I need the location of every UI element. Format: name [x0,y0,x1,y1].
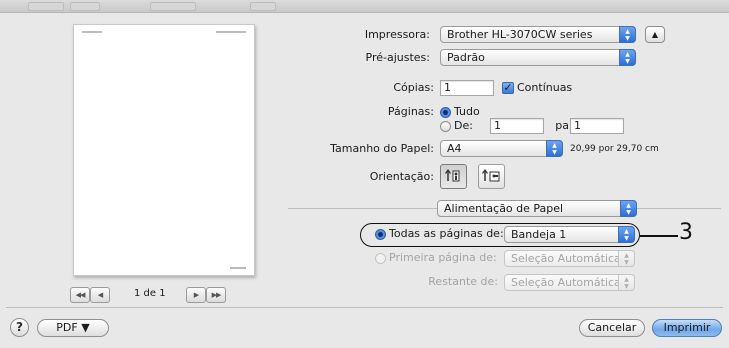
last-page-button[interactable]: ▶▶ [206,287,226,303]
first-page-source-select[interactable]: Seleção Automática ▲ ▼ [504,250,635,267]
landscape-icon [482,168,500,182]
presets-label: Pré-ajustes: [365,51,430,64]
callout-number: 3 [679,220,693,245]
help-button[interactable]: ? [10,318,29,337]
presets-select[interactable]: Padrão ▲ ▼ [440,49,636,66]
all-pages-source-select[interactable]: Bandeja 1 ▲ ▼ [504,226,635,243]
printer-label: Impressora: [364,28,430,41]
preview-header-right [216,31,246,33]
paper-size-select[interactable]: A4 ▲ ▼ [440,140,563,157]
ghost-tab [150,2,196,11]
first-page-button[interactable]: ◀◀ [70,287,90,303]
page-preview [73,24,255,276]
paper-size-value: A4 [447,142,462,155]
updown-arrows-icon: ▲ ▼ [620,200,637,217]
updown-arrows-icon: ▲ ▼ [618,226,635,243]
cancel-button[interactable]: Cancelar [579,319,645,337]
remaining-source-value: Seleção Automática [511,276,621,289]
first-page-label: Primeira página de: [389,251,497,264]
print-button[interactable]: Imprimir [652,319,722,337]
ghost-tab [70,2,100,11]
ghost-tab [28,2,64,11]
pages-label: Páginas: [387,105,434,118]
preview-pane: ◀◀ ◀ 1 de 1 ▶ ▶▶ [10,14,275,303]
footer-divider [6,307,723,308]
first-page-radio[interactable] [375,253,386,264]
page-counter: 1 de 1 [134,288,166,299]
orientation-landscape-button[interactable] [478,164,505,189]
all-pages-radio[interactable] [375,229,386,240]
orientation-portrait-button[interactable] [440,164,467,189]
paper-size-label: Tamanho do Papel: [330,142,434,155]
printer-select[interactable]: Brother HL-3070CW series ▲ ▼ [440,26,636,43]
next-page-button[interactable]: ▶ [186,287,206,303]
pages-from-input[interactable]: 1 [490,118,544,134]
collated-label: Contínuas [517,81,573,94]
pages-from-label: De: [454,119,473,132]
pdf-menu-button[interactable]: PDF ▼ [37,319,109,337]
updown-arrows-icon: ▲ ▼ [618,250,635,267]
orientation-label: Orientação: [369,170,434,183]
callout-leader-line [640,235,678,237]
print-dialog: ◀◀ ◀ 1 de 1 ▶ ▶▶ Impressora: Brother HL-… [0,0,729,348]
updown-arrows-icon: ▲ ▼ [618,274,635,291]
disclosure-button[interactable]: ▲ [645,26,665,43]
pages-range-radio[interactable] [440,121,451,132]
section-value: Alimentação de Papel [444,202,564,215]
background-window-titlebar [0,0,729,13]
collated-checkbox[interactable]: ✓ [502,82,514,94]
remaining-label: Restante de: [428,275,498,288]
pages-all-radio[interactable] [440,107,451,118]
previous-page-button[interactable]: ◀ [90,287,110,303]
printer-value: Brother HL-3070CW series [447,28,593,41]
triangle-up-icon: ▲ [651,30,659,39]
updown-arrows-icon: ▲ ▼ [546,140,563,157]
section-select[interactable]: Alimentação de Papel ▲ ▼ [437,200,637,217]
all-pages-label: Todas as páginas de: [389,227,504,240]
copies-input[interactable]: 1 [440,80,494,96]
copies-label: Cópias: [393,81,434,94]
remaining-source-select[interactable]: Seleção Automática ▲ ▼ [504,274,635,291]
portrait-icon [445,168,460,182]
updown-arrows-icon: ▲ ▼ [619,26,636,43]
updown-arrows-icon: ▲ ▼ [619,49,636,66]
ghost-tab [250,2,276,11]
preview-footer [230,267,246,269]
preview-header-left [82,31,102,33]
presets-value: Padrão [447,51,485,64]
first-page-source-value: Seleção Automática [511,252,621,265]
all-pages-source-value: Bandeja 1 [511,228,567,241]
paper-size-dimensions: 20,99 por 29,70 cm [570,144,659,154]
pages-to-input[interactable]: 1 [570,118,624,134]
